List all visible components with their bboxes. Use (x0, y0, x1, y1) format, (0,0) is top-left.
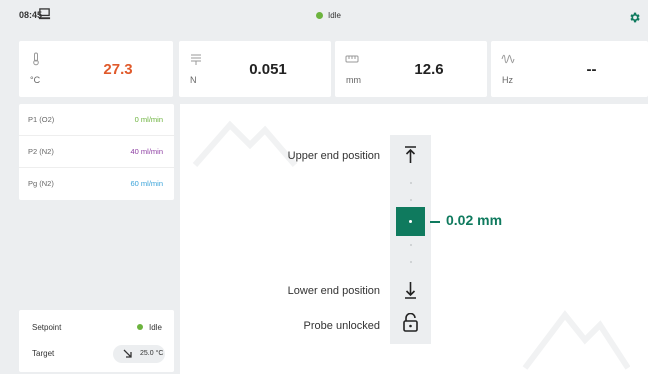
track-tick (410, 182, 412, 184)
reading-connector (430, 221, 440, 223)
track-tick (410, 199, 412, 201)
gas-row-p1[interactable]: P1 (O2) 0 ml/min (19, 104, 174, 136)
handle-dot (409, 220, 412, 223)
gas-flow: 60 ml/min (130, 179, 163, 188)
force-value: 0.051 (249, 60, 287, 78)
target-button[interactable]: 25.0 °C (113, 345, 165, 363)
lower-end-label: Lower end position (287, 285, 380, 297)
move-to-bottom-icon[interactable] (403, 280, 418, 300)
settings-gear-icon[interactable] (628, 11, 641, 24)
move-to-top-icon[interactable] (403, 145, 418, 165)
gas-flow: 40 ml/min (130, 147, 163, 156)
frequency-tile: Hz -- (491, 41, 648, 97)
temperature-unit: °C (30, 75, 41, 85)
status-label: Idle (328, 11, 341, 20)
length-value: 12.6 (414, 60, 444, 78)
track-tick (410, 261, 412, 263)
frequency-value: -- (586, 60, 597, 78)
probe-position-handle[interactable] (396, 207, 425, 236)
gas-flow-panel: P1 (O2) 0 ml/min P2 (N2) 40 ml/min Pg (N… (19, 104, 174, 200)
gas-name: Pg (N2) (28, 179, 54, 188)
target-value: 25.0 °C (140, 350, 164, 357)
pc-icon[interactable] (38, 8, 51, 21)
gas-row-pg[interactable]: Pg (N2) 60 ml/min (19, 168, 174, 200)
probe-lock-label: Probe unlocked (303, 320, 380, 332)
gas-flow: 0 ml/min (134, 115, 163, 124)
temperature-tile: °C 27.3 (19, 41, 173, 97)
target-label: Target (32, 349, 55, 358)
temperature-value: 27.3 (103, 60, 133, 78)
arrow-down-right-icon (123, 349, 132, 358)
gas-name: P1 (O2) (28, 115, 55, 124)
upper-end-label: Upper end position (287, 150, 380, 162)
track-tick (410, 244, 412, 246)
force-tile: N 0.051 (179, 41, 331, 97)
force-icon (191, 54, 201, 65)
unlock-icon[interactable] (402, 313, 419, 333)
setpoint-label: Setpoint (32, 323, 62, 332)
setpoint-status: Idle (149, 323, 162, 332)
setpoint-panel: Setpoint Idle Target 25.0 °C (19, 310, 174, 372)
frequency-unit: Hz (502, 75, 513, 85)
length-tile: mm 12.6 (335, 41, 487, 97)
thermometer-icon (33, 52, 39, 66)
status-indicator: Idle (316, 11, 341, 20)
frequency-icon (501, 54, 515, 64)
gas-row-p2[interactable]: P2 (N2) 40 ml/min (19, 136, 174, 168)
gas-name: P2 (N2) (28, 147, 54, 156)
probe-position-reading: 0.02 mm (446, 212, 503, 228)
top-bar: 08:45 Idle (0, 0, 648, 32)
setpoint-status-dot (137, 324, 143, 330)
status-dot (316, 12, 323, 19)
force-unit: N (190, 75, 197, 85)
length-icon (345, 55, 359, 63)
length-unit: mm (346, 75, 361, 85)
mountain-watermark-icon (522, 310, 630, 370)
